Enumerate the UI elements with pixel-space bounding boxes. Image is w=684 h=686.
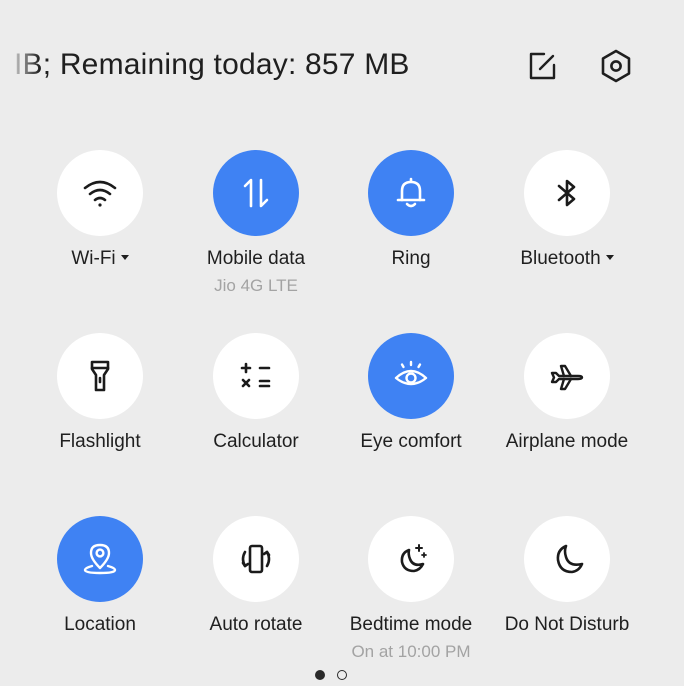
tile-calculator[interactable]: Calculator xyxy=(178,333,334,503)
tile-mobile-data-carrier: Jio 4G LTE xyxy=(214,276,298,295)
tile-do-not-disturb-toggle[interactable] xyxy=(524,516,610,602)
tile-bedtime-mode[interactable]: Bedtime mode On at 10:00 PM xyxy=(333,516,489,686)
mobile-data-icon xyxy=(243,178,269,208)
page-dot-2[interactable] xyxy=(337,670,347,680)
tile-ring[interactable]: Ring xyxy=(333,150,489,320)
page-dot-1[interactable] xyxy=(315,670,325,680)
marquee-fade xyxy=(0,40,40,95)
tile-location-toggle[interactable] xyxy=(57,516,143,602)
tile-mobile-data[interactable]: Mobile data Jio 4G LTE xyxy=(178,150,334,320)
calculator-icon xyxy=(240,362,271,388)
tile-auto-rotate-label[interactable]: Auto rotate xyxy=(168,614,344,636)
tile-flashlight-label[interactable]: Flashlight xyxy=(12,431,188,453)
flashlight-icon xyxy=(90,360,110,392)
tile-eye-comfort[interactable]: Eye comfort xyxy=(333,333,489,503)
quick-settings-header: IB; Remaining today: 857 MB xyxy=(0,0,684,135)
tile-ring-label[interactable]: Ring xyxy=(323,248,499,270)
tile-calculator-toggle[interactable] xyxy=(213,333,299,419)
data-usage-text: IB; Remaining today: 857 MB xyxy=(14,48,410,81)
settings-button[interactable] xyxy=(594,44,638,88)
tile-wifi[interactable]: Wi-Fi xyxy=(22,150,178,320)
tile-ring-toggle[interactable] xyxy=(368,150,454,236)
tile-bedtime-mode-schedule: On at 10:00 PM xyxy=(351,642,471,661)
tile-mobile-data-label[interactable]: Mobile data xyxy=(168,248,344,270)
settings-hexagon-icon xyxy=(601,49,631,83)
tile-flashlight[interactable]: Flashlight xyxy=(22,333,178,503)
dropdown-caret-icon xyxy=(120,255,129,260)
tile-bluetooth-toggle[interactable] xyxy=(524,150,610,236)
tile-bedtime-mode-label[interactable]: Bedtime mode xyxy=(323,614,499,636)
tile-airplane-mode-toggle[interactable] xyxy=(524,333,610,419)
tile-bluetooth[interactable]: Bluetooth xyxy=(489,150,645,320)
edit-icon xyxy=(529,52,556,80)
airplane-icon xyxy=(550,364,584,391)
tile-airplane-mode[interactable]: Airplane mode xyxy=(489,333,645,503)
tile-auto-rotate[interactable]: Auto rotate xyxy=(178,516,334,686)
tile-auto-rotate-toggle[interactable] xyxy=(213,516,299,602)
bluetooth-icon xyxy=(557,179,576,207)
tile-wifi-label[interactable]: Wi-Fi xyxy=(12,248,188,270)
tile-do-not-disturb-label[interactable]: Do Not Disturb xyxy=(479,614,655,636)
tile-airplane-mode-label[interactable]: Airplane mode xyxy=(479,431,655,453)
tile-mobile-data-toggle[interactable] xyxy=(213,150,299,236)
tile-location-label[interactable]: Location xyxy=(12,614,188,636)
location-pin-icon xyxy=(83,543,117,575)
moon-stars-icon xyxy=(400,544,427,573)
auto-rotate-icon xyxy=(241,544,271,574)
wifi-icon xyxy=(83,180,117,207)
bell-icon xyxy=(396,177,426,208)
tile-bluetooth-label[interactable]: Bluetooth xyxy=(479,248,655,270)
tile-eye-comfort-label[interactable]: Eye comfort xyxy=(323,431,499,453)
tile-do-not-disturb[interactable]: Do Not Disturb xyxy=(489,516,645,686)
tile-flashlight-toggle[interactable] xyxy=(57,333,143,419)
tile-eye-comfort-toggle[interactable] xyxy=(368,333,454,419)
moon-icon xyxy=(556,544,584,574)
tile-location[interactable]: Location xyxy=(22,516,178,686)
tile-calculator-label[interactable]: Calculator xyxy=(168,431,344,453)
edit-tiles-button[interactable] xyxy=(520,44,564,88)
tile-bedtime-mode-toggle[interactable] xyxy=(368,516,454,602)
tile-wifi-toggle[interactable] xyxy=(57,150,143,236)
dropdown-caret-icon xyxy=(605,255,614,260)
page-indicator xyxy=(315,670,347,680)
eye-icon xyxy=(394,360,428,386)
